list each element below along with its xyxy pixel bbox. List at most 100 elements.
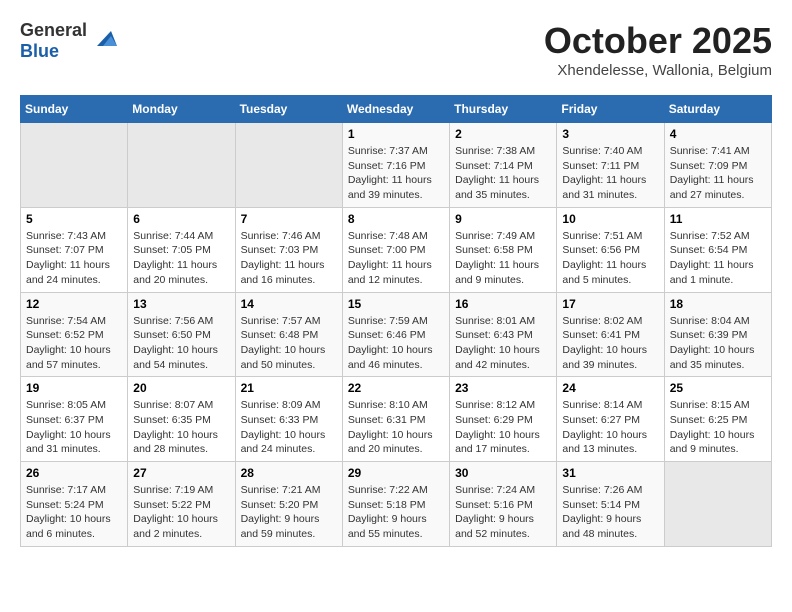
- calendar-cell: 22Sunrise: 8:10 AM Sunset: 6:31 PM Dayli…: [342, 377, 449, 462]
- calendar-cell: 26Sunrise: 7:17 AM Sunset: 5:24 PM Dayli…: [21, 462, 128, 547]
- location-subtitle: Xhendelesse, Wallonia, Belgium: [544, 62, 772, 79]
- day-number: 1: [348, 127, 444, 141]
- day-info: Sunrise: 7:44 AM Sunset: 7:05 PM Dayligh…: [133, 229, 229, 288]
- day-info: Sunrise: 7:19 AM Sunset: 5:22 PM Dayligh…: [133, 483, 229, 542]
- day-number: 20: [133, 381, 229, 395]
- day-number: 27: [133, 466, 229, 480]
- calendar-cell: 28 Sunrise: 7:21 AM Sunset: 5:20 PM Dayli…: [235, 462, 342, 547]
- weekday-header-saturday: Saturday: [664, 96, 771, 123]
- day-info: Sunrise: 7:41 AM Sunset: 7:09 PM Dayligh…: [670, 144, 766, 203]
- day-number: 31: [562, 466, 658, 480]
- calendar-cell: 27 Sunrise: 7:19 AM Sunset: 5:22 PM Dayli…: [128, 462, 235, 547]
- day-number: 6: [133, 212, 229, 226]
- calendar-cell: 25 Sunrise: 8:15 AM Sunset: 6:25 PM Dayli…: [664, 377, 771, 462]
- day-info: Sunrise: 7:57 AM Sunset: 6:48 PM Dayligh…: [241, 314, 337, 373]
- day-info: Sunrise: 8:14 AM Sunset: 6:27 PM Dayligh…: [562, 398, 658, 457]
- day-number: 16: [455, 297, 551, 311]
- weekday-header-sunday: Sunday: [21, 96, 128, 123]
- day-info: Sunrise: 8:12 AM Sunset: 6:29 PM Dayligh…: [455, 398, 551, 457]
- calendar-cell: 1 Sunrise: 7:37 AM Sunset: 7:16 PM Daylig…: [342, 123, 449, 208]
- logo-text: General Blue: [20, 20, 87, 62]
- calendar-cell: [128, 123, 235, 208]
- day-info: Sunrise: 8:01 AM Sunset: 6:43 PM Dayligh…: [455, 314, 551, 373]
- day-number: 12: [26, 297, 122, 311]
- weekday-header-wednesday: Wednesday: [342, 96, 449, 123]
- day-number: 2: [455, 127, 551, 141]
- day-number: 4: [670, 127, 766, 141]
- day-number: 18: [670, 297, 766, 311]
- weekday-header-thursday: Thursday: [450, 96, 557, 123]
- calendar-cell: 18 Sunrise: 8:04 AM Sunset: 6:39 PM Dayli…: [664, 292, 771, 377]
- logo-blue: Blue: [20, 41, 59, 61]
- day-info: Sunrise: 8:15 AM Sunset: 6:25 PM Dayligh…: [670, 398, 766, 457]
- calendar-cell: 4 Sunrise: 7:41 AM Sunset: 7:09 PM Daylig…: [664, 123, 771, 208]
- day-number: 19: [26, 381, 122, 395]
- logo-icon: [89, 26, 119, 56]
- day-number: 13: [133, 297, 229, 311]
- weekday-header-tuesday: Tuesday: [235, 96, 342, 123]
- calendar-week-3: 19 Sunrise: 8:05 AM Sunset: 6:37 PM Dayli…: [21, 377, 772, 462]
- calendar-week-1: 5 Sunrise: 7:43 AM Sunset: 7:07 PM Daylig…: [21, 207, 772, 292]
- page-header: General Blue October 2025 Xhendelesse, W…: [20, 20, 772, 79]
- calendar-week-4: 26Sunrise: 7:17 AM Sunset: 5:24 PM Dayli…: [21, 462, 772, 547]
- day-info: Sunrise: 7:56 AM Sunset: 6:50 PM Dayligh…: [133, 314, 229, 373]
- day-info: Sunrise: 8:02 AM Sunset: 6:41 PM Dayligh…: [562, 314, 658, 373]
- calendar-cell: 3 Sunrise: 7:40 AM Sunset: 7:11 PM Daylig…: [557, 123, 664, 208]
- calendar-cell: [235, 123, 342, 208]
- calendar-header: SundayMondayTuesdayWednesdayThursdayFrid…: [21, 96, 772, 123]
- day-number: 15: [348, 297, 444, 311]
- calendar-cell: [664, 462, 771, 547]
- calendar-cell: 9Sunrise: 7:49 AM Sunset: 6:58 PM Daylig…: [450, 207, 557, 292]
- day-number: 30: [455, 466, 551, 480]
- day-info: Sunrise: 8:04 AM Sunset: 6:39 PM Dayligh…: [670, 314, 766, 373]
- day-number: 5: [26, 212, 122, 226]
- day-info: Sunrise: 7:17 AM Sunset: 5:24 PM Dayligh…: [26, 483, 122, 542]
- day-info: Sunrise: 7:40 AM Sunset: 7:11 PM Dayligh…: [562, 144, 658, 203]
- calendar-cell: 29Sunrise: 7:22 AM Sunset: 5:18 PM Dayli…: [342, 462, 449, 547]
- day-number: 14: [241, 297, 337, 311]
- day-number: 21: [241, 381, 337, 395]
- calendar-cell: 20Sunrise: 8:07 AM Sunset: 6:35 PM Dayli…: [128, 377, 235, 462]
- day-info: Sunrise: 7:54 AM Sunset: 6:52 PM Dayligh…: [26, 314, 122, 373]
- calendar-cell: 17Sunrise: 8:02 AM Sunset: 6:41 PM Dayli…: [557, 292, 664, 377]
- day-info: Sunrise: 7:26 AM Sunset: 5:14 PM Dayligh…: [562, 483, 658, 542]
- calendar-cell: 6 Sunrise: 7:44 AM Sunset: 7:05 PM Daylig…: [128, 207, 235, 292]
- day-info: Sunrise: 7:21 AM Sunset: 5:20 PM Dayligh…: [241, 483, 337, 542]
- day-info: Sunrise: 7:59 AM Sunset: 6:46 PM Dayligh…: [348, 314, 444, 373]
- calendar-cell: 11 Sunrise: 7:52 AM Sunset: 6:54 PM Dayli…: [664, 207, 771, 292]
- day-number: 11: [670, 212, 766, 226]
- calendar-cell: 14 Sunrise: 7:57 AM Sunset: 6:48 PM Dayli…: [235, 292, 342, 377]
- calendar-cell: 31 Sunrise: 7:26 AM Sunset: 5:14 PM Dayli…: [557, 462, 664, 547]
- calendar-cell: 7Sunrise: 7:46 AM Sunset: 7:03 PM Daylig…: [235, 207, 342, 292]
- calendar-cell: 12 Sunrise: 7:54 AM Sunset: 6:52 PM Dayli…: [21, 292, 128, 377]
- day-number: 7: [241, 212, 337, 226]
- weekday-header-friday: Friday: [557, 96, 664, 123]
- calendar-table: SundayMondayTuesdayWednesdayThursdayFrid…: [20, 95, 772, 547]
- day-info: Sunrise: 7:51 AM Sunset: 6:56 PM Dayligh…: [562, 229, 658, 288]
- month-title: October 2025: [544, 20, 772, 62]
- day-info: Sunrise: 7:22 AM Sunset: 5:18 PM Dayligh…: [348, 483, 444, 542]
- calendar-cell: 24Sunrise: 8:14 AM Sunset: 6:27 PM Dayli…: [557, 377, 664, 462]
- title-area: October 2025 Xhendelesse, Wallonia, Belg…: [544, 20, 772, 79]
- day-number: 3: [562, 127, 658, 141]
- day-number: 8: [348, 212, 444, 226]
- logo: General Blue: [20, 20, 119, 62]
- calendar-cell: 10 Sunrise: 7:51 AM Sunset: 6:56 PM Dayli…: [557, 207, 664, 292]
- day-info: Sunrise: 8:05 AM Sunset: 6:37 PM Dayligh…: [26, 398, 122, 457]
- calendar-cell: 21Sunrise: 8:09 AM Sunset: 6:33 PM Dayli…: [235, 377, 342, 462]
- calendar-cell: 23Sunrise: 8:12 AM Sunset: 6:29 PM Dayli…: [450, 377, 557, 462]
- day-info: Sunrise: 7:43 AM Sunset: 7:07 PM Dayligh…: [26, 229, 122, 288]
- day-info: Sunrise: 7:49 AM Sunset: 6:58 PM Dayligh…: [455, 229, 551, 288]
- day-info: Sunrise: 7:52 AM Sunset: 6:54 PM Dayligh…: [670, 229, 766, 288]
- calendar-cell: 5 Sunrise: 7:43 AM Sunset: 7:07 PM Daylig…: [21, 207, 128, 292]
- calendar-cell: 2Sunrise: 7:38 AM Sunset: 7:14 PM Daylig…: [450, 123, 557, 208]
- calendar-week-0: 1 Sunrise: 7:37 AM Sunset: 7:16 PM Daylig…: [21, 123, 772, 208]
- day-number: 10: [562, 212, 658, 226]
- day-info: Sunrise: 7:37 AM Sunset: 7:16 PM Dayligh…: [348, 144, 444, 203]
- calendar-cell: 16 Sunrise: 8:01 AM Sunset: 6:43 PM Dayli…: [450, 292, 557, 377]
- calendar-cell: 8Sunrise: 7:48 AM Sunset: 7:00 PM Daylig…: [342, 207, 449, 292]
- calendar-cell: 15 Sunrise: 7:59 AM Sunset: 6:46 PM Dayli…: [342, 292, 449, 377]
- calendar-cell: [21, 123, 128, 208]
- day-number: 28: [241, 466, 337, 480]
- day-number: 25: [670, 381, 766, 395]
